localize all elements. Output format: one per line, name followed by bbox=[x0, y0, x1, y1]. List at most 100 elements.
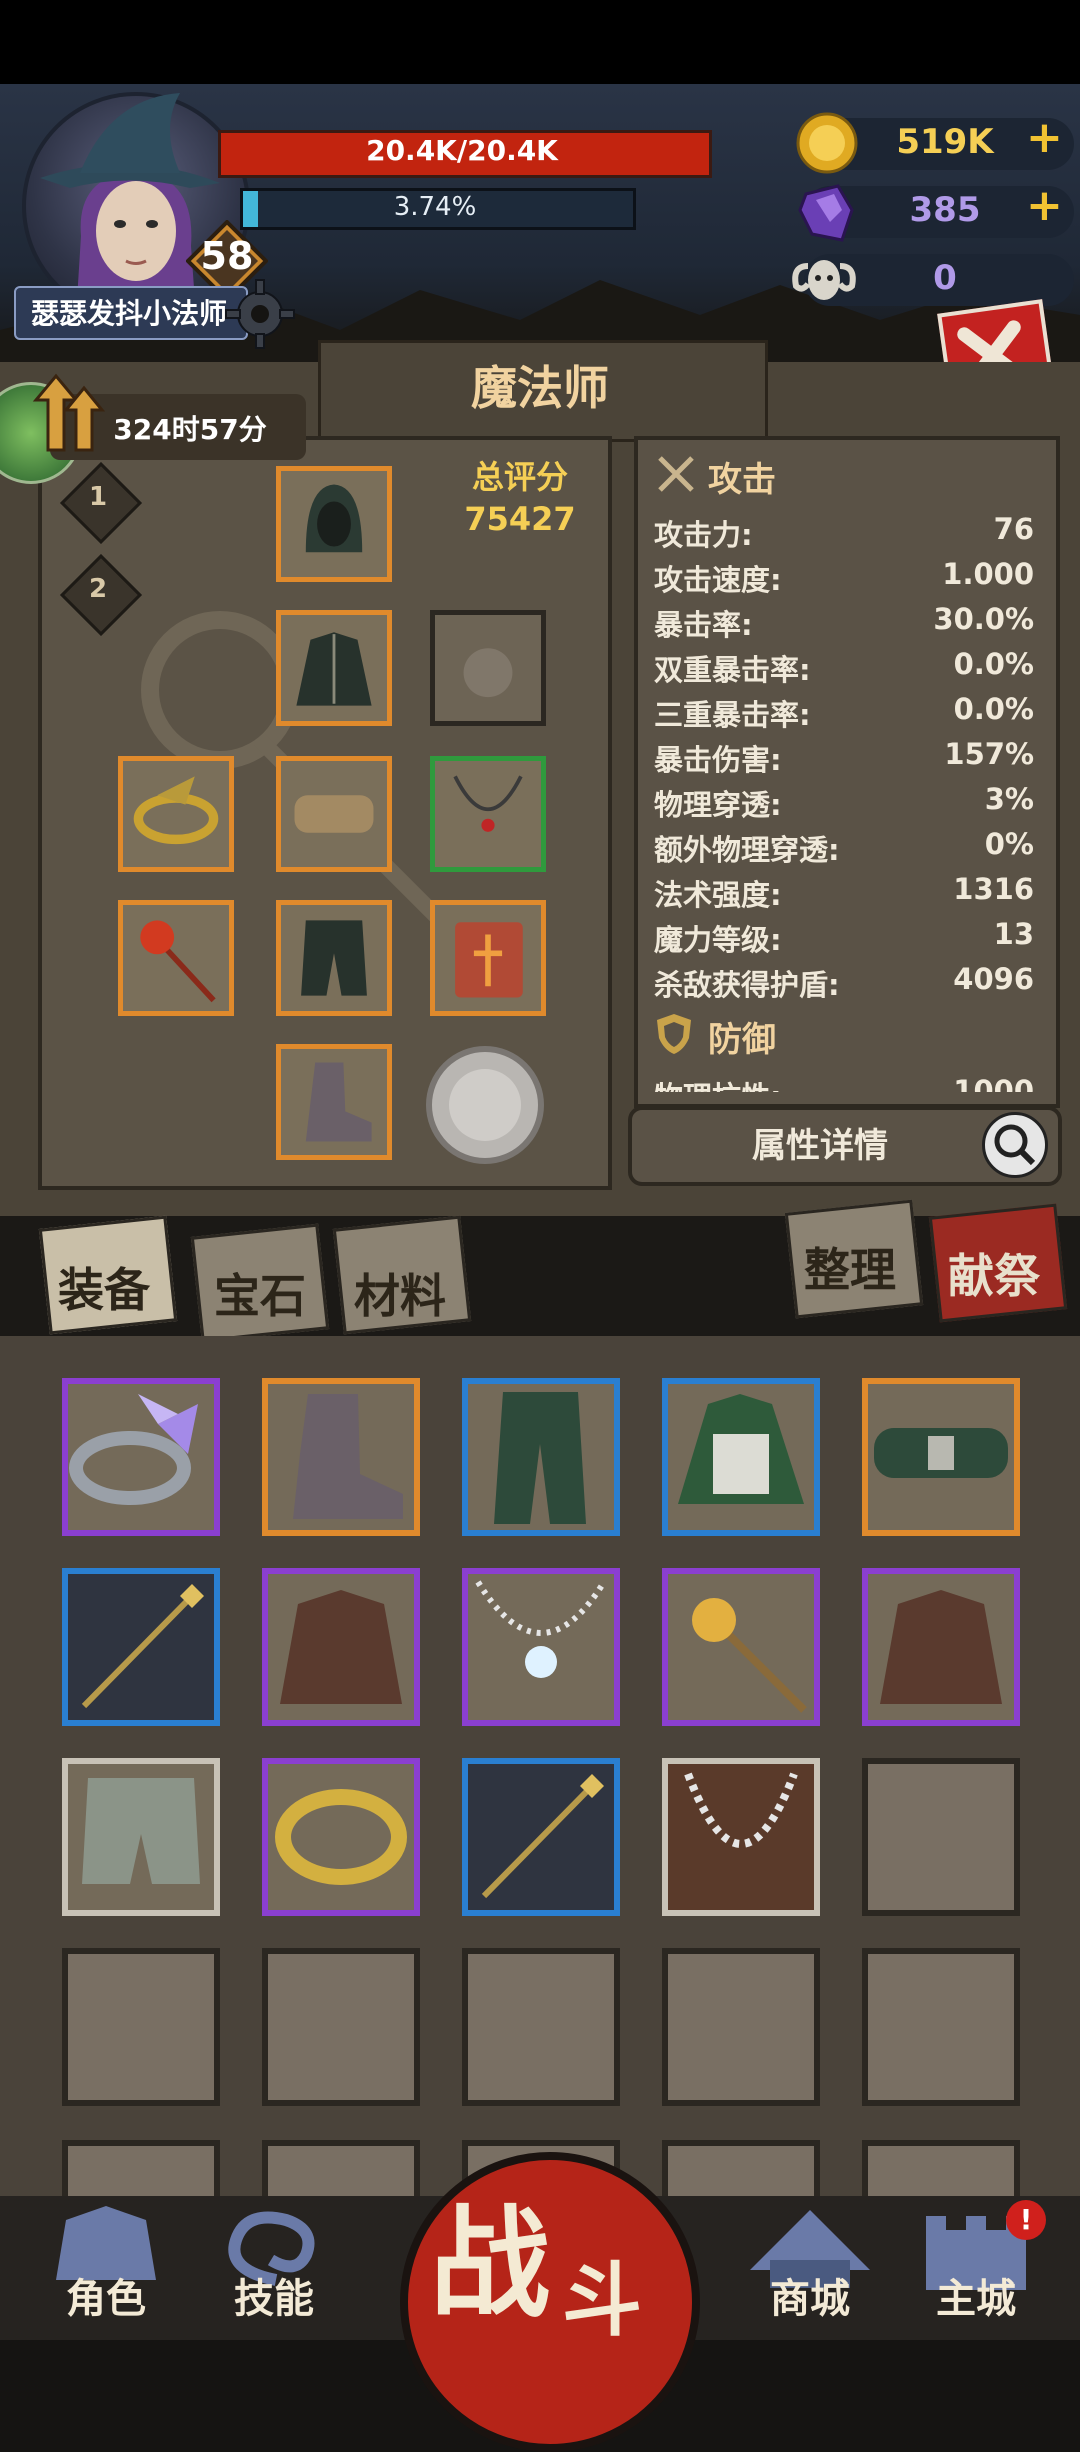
inventory-empty-slot[interactable] bbox=[262, 1948, 420, 2106]
boots-icon bbox=[293, 1394, 403, 1519]
spear-icon bbox=[81, 1584, 204, 1709]
inventory-item[interactable] bbox=[62, 1568, 220, 1726]
score-value: 75427 bbox=[464, 500, 576, 538]
magnifier-icon[interactable] bbox=[982, 1112, 1048, 1178]
equip-slot-head[interactable] bbox=[276, 466, 392, 582]
inventory-empty-slot[interactable] bbox=[862, 1758, 1020, 1916]
stat-row: 额外物理穿透: 0% bbox=[654, 827, 1034, 867]
inventory-item[interactable] bbox=[62, 1378, 220, 1536]
nav-main-city-label: 主城 bbox=[936, 2276, 1016, 2322]
alert-badge: ! bbox=[1006, 2200, 1046, 2240]
pants-icon bbox=[301, 920, 367, 996]
equip-slot-boots[interactable] bbox=[276, 1044, 392, 1160]
sort-label: 整理 bbox=[804, 1243, 896, 1297]
stat-row: 双重暴击率: 0.0% bbox=[654, 647, 1034, 687]
hood-icon bbox=[305, 484, 363, 553]
page-title: 魔法师 bbox=[471, 361, 609, 415]
inventory-empty-slot[interactable] bbox=[62, 1948, 220, 2106]
tab-materials-label: 材料 bbox=[354, 1269, 446, 1323]
inventory-item[interactable] bbox=[462, 1758, 620, 1916]
necklace-icon bbox=[453, 775, 523, 832]
ram-skull-icon bbox=[792, 260, 856, 300]
attribute-details-label: 属性详情 bbox=[752, 1126, 888, 1166]
fight-label-2: 斗 bbox=[562, 2254, 642, 2347]
equip-slot-chest[interactable] bbox=[276, 610, 392, 726]
hp-text: 20.4K/20.4K bbox=[366, 134, 558, 167]
pearl-necklace-icon bbox=[684, 1772, 798, 1848]
xp-text: 3.74% bbox=[393, 192, 477, 222]
tab-gems-label: 宝石 bbox=[214, 1269, 306, 1323]
tab-equipment-label: 装备 bbox=[58, 1263, 150, 1317]
equip-slot-legs[interactable] bbox=[276, 900, 392, 1016]
inventory-item[interactable] bbox=[62, 1758, 220, 1916]
belt-icon bbox=[874, 1428, 1008, 1478]
inventory-item[interactable] bbox=[462, 1378, 620, 1536]
boots-icon bbox=[305, 1062, 372, 1142]
equip-slot-belt[interactable] bbox=[276, 756, 392, 872]
inventory-empty-slot[interactable] bbox=[462, 1948, 620, 2106]
wax-seal-icon bbox=[426, 1046, 544, 1164]
inventory-item[interactable] bbox=[862, 1568, 1020, 1726]
nav-character-label: 角色 bbox=[66, 2276, 146, 2322]
pants-icon bbox=[494, 1392, 586, 1524]
attack-header: 攻击 bbox=[708, 460, 776, 500]
stat-row: 杀敌获得护盾: 4096 bbox=[654, 962, 1034, 1002]
inventory-item[interactable] bbox=[662, 1378, 820, 1536]
butterfly-ring-icon bbox=[69, 1394, 198, 1505]
stat-row: 攻击力: 76 bbox=[654, 512, 1034, 552]
leather-jacket-icon bbox=[880, 1590, 1002, 1704]
equip-slot-necklace[interactable] bbox=[430, 756, 546, 872]
inventory-item[interactable] bbox=[262, 1378, 420, 1536]
nav-skills-label: 技能 bbox=[234, 2276, 314, 2322]
snowflake-necklace-icon bbox=[475, 1580, 607, 1678]
score-label: 总评分 bbox=[471, 458, 568, 496]
fire-staff-icon bbox=[140, 920, 216, 1003]
cloak-icon bbox=[678, 1394, 804, 1504]
mace-icon bbox=[692, 1598, 807, 1713]
inventory-item[interactable] bbox=[462, 1568, 620, 1726]
equip-slot-ring[interactable] bbox=[118, 756, 234, 872]
gold-value: 519K bbox=[896, 122, 994, 162]
equip-slot-weapon[interactable] bbox=[118, 900, 234, 1016]
equip-slot-offhand[interactable] bbox=[430, 900, 546, 1016]
gold-ring-icon bbox=[275, 1789, 407, 1885]
loadout-1-label: 1 bbox=[88, 482, 108, 512]
defense-header: 防御 bbox=[708, 1020, 776, 1060]
sacrifice-label: 献祭 bbox=[948, 1249, 1040, 1303]
equip-slot-empty-amulet[interactable] bbox=[430, 610, 546, 726]
inventory-item[interactable] bbox=[262, 1758, 420, 1916]
gear-icon[interactable] bbox=[220, 274, 300, 354]
equip-slot-seal[interactable] bbox=[420, 1040, 550, 1170]
stat-row: 三重暴击率: 0.0% bbox=[654, 692, 1034, 732]
inventory-item[interactable] bbox=[662, 1568, 820, 1726]
inventory-empty-slot[interactable] bbox=[662, 1948, 820, 2106]
loadout-2-label: 2 bbox=[88, 574, 108, 604]
crossed-swords-icon bbox=[658, 456, 694, 492]
inventory-item[interactable] bbox=[262, 1568, 420, 1726]
player-name[interactable]: 瑟瑟发抖小法师 bbox=[14, 292, 244, 332]
stat-row: 法术强度: 1316 bbox=[654, 872, 1034, 912]
timer-text: 324时57分 bbox=[113, 413, 267, 446]
stat-row-clipped: 物理抗性: 1000 bbox=[654, 1074, 1034, 1092]
robe-icon bbox=[296, 632, 372, 706]
golden-ring-icon bbox=[133, 776, 219, 845]
skull-value: 0 bbox=[933, 258, 957, 298]
stat-row: 物理穿透: 3% bbox=[654, 782, 1034, 822]
inventory-item[interactable] bbox=[862, 1378, 1020, 1536]
player-level: 58 bbox=[200, 234, 254, 278]
add-gold-button[interactable]: + bbox=[1026, 112, 1063, 163]
add-crystal-button[interactable]: + bbox=[1026, 180, 1063, 231]
inventory-empty-slot[interactable] bbox=[862, 1948, 1020, 2106]
belt-icon bbox=[294, 795, 374, 833]
wizard-hat-icon bbox=[40, 93, 220, 188]
pants-icon bbox=[82, 1778, 200, 1884]
crystal-value: 385 bbox=[909, 190, 981, 230]
spellbook-icon bbox=[455, 922, 523, 998]
inventory-item[interactable] bbox=[662, 1758, 820, 1916]
status-bar bbox=[0, 0, 1080, 84]
empty-slot-rune-icon bbox=[463, 648, 513, 698]
gold-coin-icon bbox=[796, 112, 858, 174]
stat-row: 攻击速度: 1.000 bbox=[654, 557, 1034, 597]
shield-icon bbox=[657, 1014, 691, 1054]
stat-row: 魔力等级: 13 bbox=[654, 917, 1034, 957]
